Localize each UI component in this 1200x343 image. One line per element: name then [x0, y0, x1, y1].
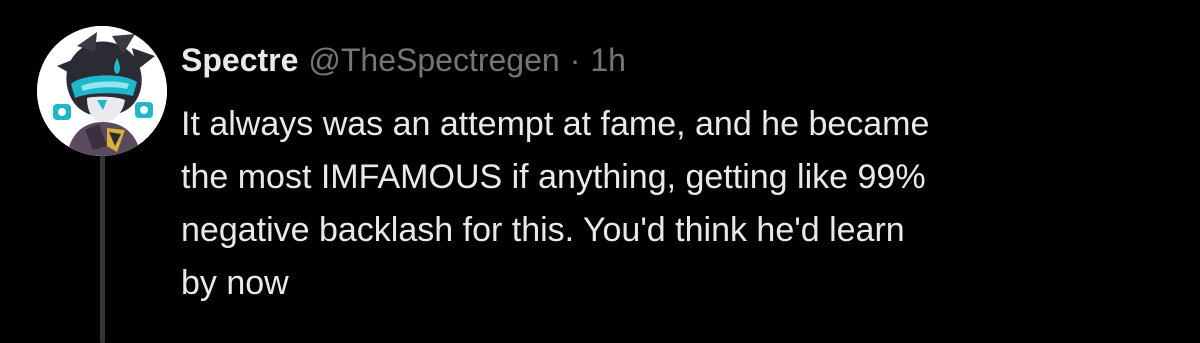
tweet-text-line: It always was an attempt at fame, and he… — [181, 105, 930, 143]
user-avatar-icon — [37, 26, 167, 156]
tweet-text-line: the most IMFAMOUS if anything, getting l… — [181, 158, 926, 196]
tweet-text-line: negative backlash for this. You'd think … — [181, 211, 905, 249]
display-name[interactable]: Spectre — [181, 38, 298, 82]
tweet-text-line: by now — [181, 264, 289, 302]
user-handle[interactable]: @TheSpectregen — [308, 38, 559, 82]
avatar[interactable] — [37, 26, 167, 156]
tweet[interactable]: Spectre @TheSpectregen · 1h It always wa… — [0, 0, 1200, 343]
tweet-header: Spectre @TheSpectregen · 1h — [181, 38, 626, 82]
separator-dot: · — [569, 42, 581, 78]
thread-line — [100, 150, 105, 343]
timestamp[interactable]: 1h — [590, 38, 626, 82]
tweet-text: It always was an attempt at fame, and he… — [181, 98, 1181, 310]
